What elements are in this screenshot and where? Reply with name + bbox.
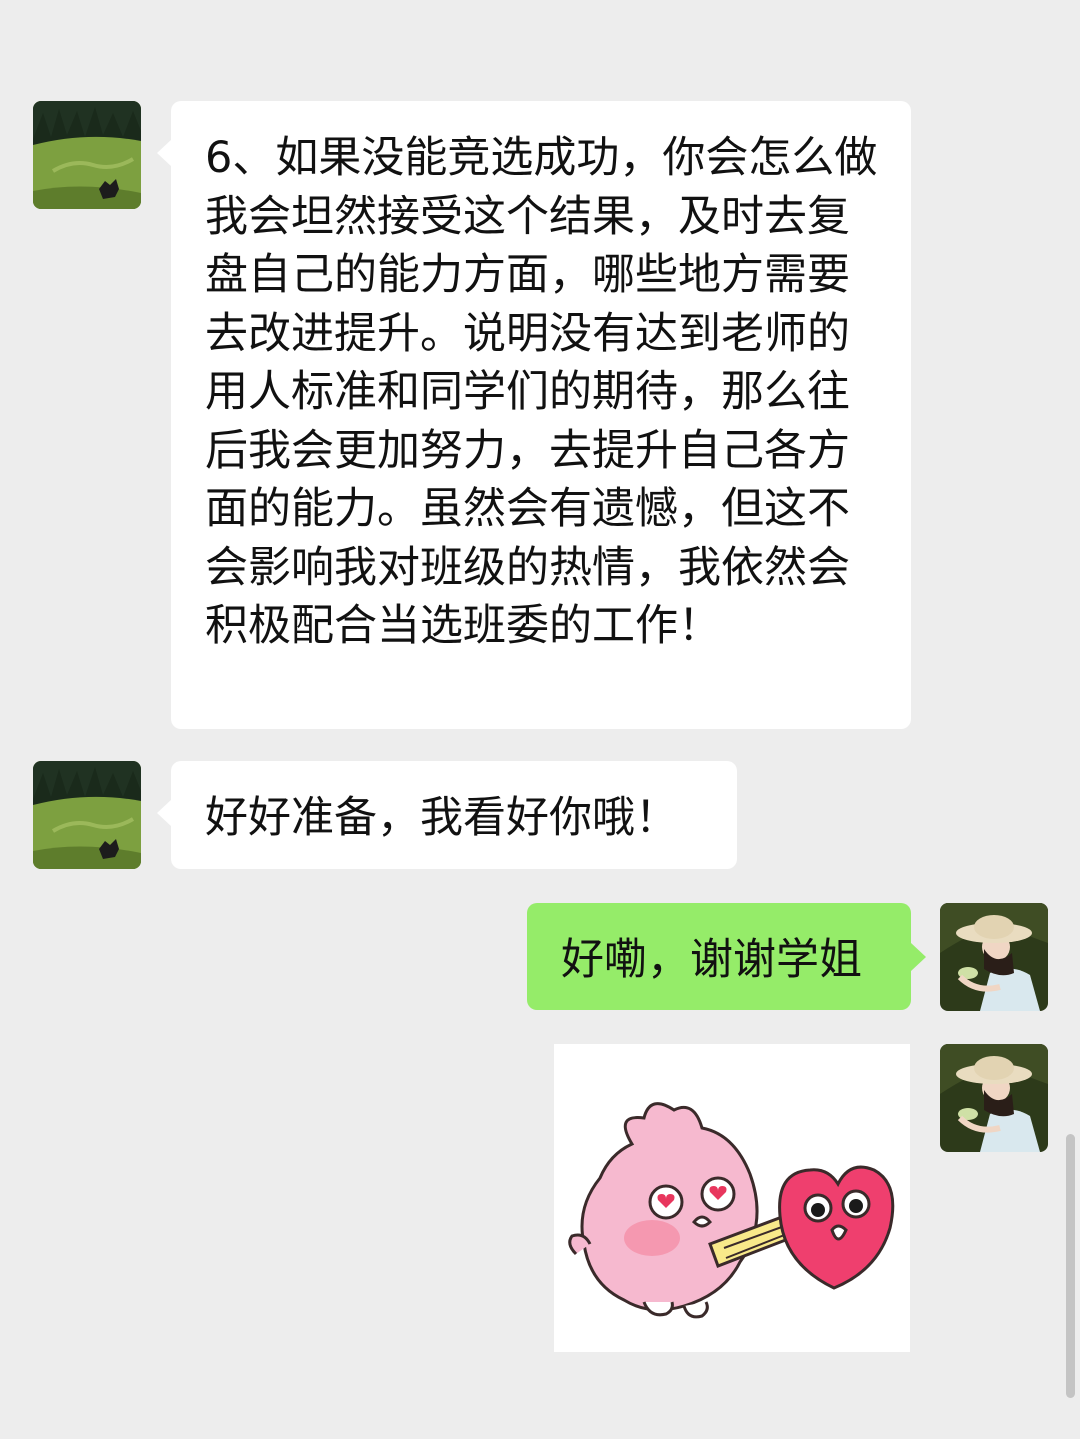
contact-avatar[interactable]: [33, 101, 141, 209]
outgoing-message-bubble[interactable]: 好嘞，谢谢学姐: [527, 903, 926, 1010]
self-avatar[interactable]: [940, 1044, 1048, 1152]
incoming-message-bubble[interactable]: 好好准备，我看好你哦！: [157, 761, 737, 869]
chat-window: 6、如果没能竞选成功，你会怎么做 我会坦然接受这个结果，及时去复盘自己的能力方面…: [0, 0, 1080, 1439]
incoming-message-bubble[interactable]: 6、如果没能竞选成功，你会怎么做 我会坦然接受这个结果，及时去复盘自己的能力方面…: [157, 101, 911, 729]
self-avatar[interactable]: [940, 903, 1048, 1011]
contact-avatar[interactable]: [33, 761, 141, 869]
meadow-photo-icon: [33, 761, 141, 869]
sticker-message[interactable]: [554, 1044, 910, 1352]
girl-with-hat-photo-icon: [940, 1044, 1048, 1152]
pink-bunny-with-heart-sticker-icon: [568, 1102, 895, 1319]
meadow-photo-icon: [33, 101, 141, 209]
scrollbar-thumb[interactable]: [1066, 1134, 1075, 1398]
girl-with-hat-photo-icon: [940, 903, 1048, 1011]
